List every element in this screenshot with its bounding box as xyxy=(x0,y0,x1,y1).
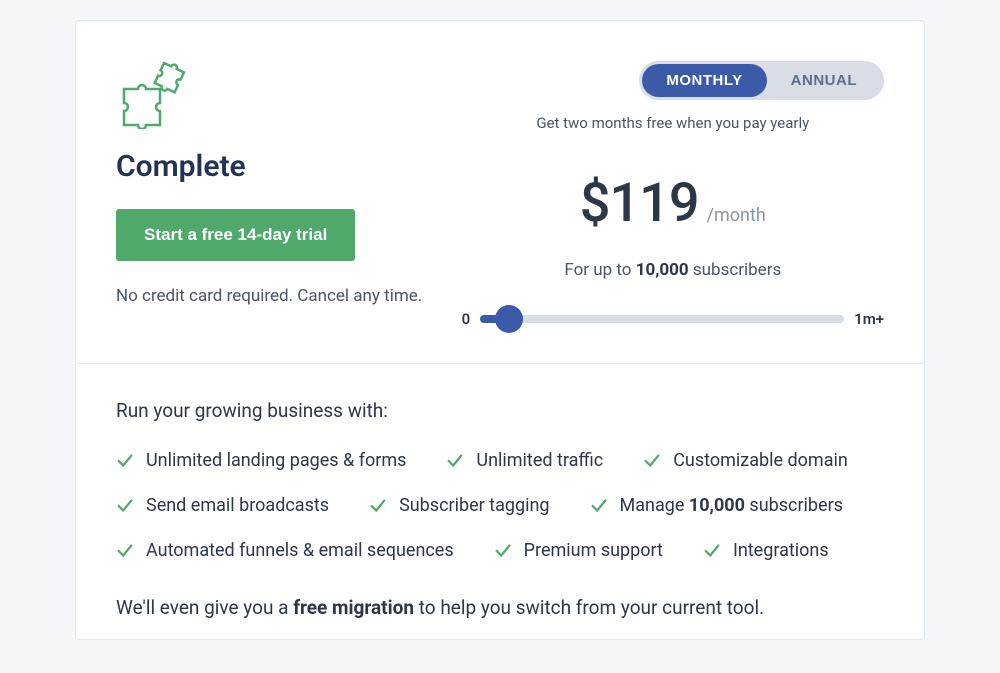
slider-min-label: 0 xyxy=(462,310,471,328)
feature-label: Subscriber tagging xyxy=(399,495,549,516)
features-section: Run your growing business with: Unlimite… xyxy=(76,364,924,639)
annual-promo-text: Get two months free when you pay yearly xyxy=(462,114,884,132)
feature-item: Subscriber tagging xyxy=(369,495,549,516)
pricing-controls: MONTHLY ANNUAL Get two months free when … xyxy=(462,61,884,328)
price-display: $119 /month xyxy=(580,172,766,235)
feature-item: Integrations xyxy=(703,540,829,561)
subs-post: subscribers xyxy=(689,260,782,280)
feature-item: Unlimited traffic xyxy=(446,450,603,471)
no-cc-text: No credit card required. Cancel any time… xyxy=(116,286,462,306)
monthly-toggle[interactable]: MONTHLY xyxy=(642,64,766,97)
check-icon xyxy=(643,452,661,470)
subs-count: 10,000 xyxy=(636,260,689,280)
feature-label: Unlimited landing pages & forms xyxy=(146,450,406,471)
check-icon xyxy=(369,497,387,515)
start-trial-button[interactable]: Start a free 14-day trial xyxy=(116,209,355,261)
plan-summary: Complete Start a free 14-day trial No cr… xyxy=(116,61,462,328)
pricing-card: Complete Start a free 14-day trial No cr… xyxy=(75,20,925,640)
pricing-top-section: Complete Start a free 14-day trial No cr… xyxy=(76,21,924,364)
slider-max-label: 1m+ xyxy=(854,310,884,328)
subscriber-slider-row: 0 1m+ xyxy=(462,310,884,328)
slider-handle[interactable] xyxy=(495,305,523,333)
feature-item: Manage 10,000 subscribers xyxy=(590,495,843,516)
feature-item: Unlimited landing pages & forms xyxy=(116,450,406,471)
check-icon xyxy=(116,542,134,560)
feature-label: Customizable domain xyxy=(673,450,848,471)
migration-text: We'll even give you a free migration to … xyxy=(116,596,884,619)
feature-label: Unlimited traffic xyxy=(476,450,603,471)
puzzle-icon xyxy=(116,61,191,129)
plan-title: Complete xyxy=(116,149,462,184)
feature-item: Premium support xyxy=(494,540,663,561)
features-intro: Run your growing business with: xyxy=(116,399,884,422)
feature-label: Automated funnels & email sequences xyxy=(146,540,454,561)
check-icon xyxy=(703,542,721,560)
feature-label: Manage 10,000 subscribers xyxy=(620,495,843,516)
check-icon xyxy=(446,452,464,470)
billing-toggle: MONTHLY ANNUAL xyxy=(639,61,884,100)
annual-toggle[interactable]: ANNUAL xyxy=(767,64,881,97)
feature-item: Automated funnels & email sequences xyxy=(116,540,454,561)
feature-item: Send email broadcasts xyxy=(116,495,329,516)
feature-label: Send email broadcasts xyxy=(146,495,329,516)
check-icon xyxy=(494,542,512,560)
subscriber-limit-text: For up to 10,000 subscribers xyxy=(564,260,781,280)
check-icon xyxy=(590,497,608,515)
price-amount: $119 xyxy=(580,172,699,235)
features-list: Unlimited landing pages & forms Unlimite… xyxy=(116,450,884,561)
check-icon xyxy=(116,497,134,515)
feature-item: Customizable domain xyxy=(643,450,848,471)
feature-label: Premium support xyxy=(524,540,663,561)
feature-label: Integrations xyxy=(733,540,829,561)
subs-pre: For up to xyxy=(564,260,635,280)
price-period: /month xyxy=(707,205,766,226)
subscriber-slider[interactable] xyxy=(480,315,844,323)
check-icon xyxy=(116,452,134,470)
